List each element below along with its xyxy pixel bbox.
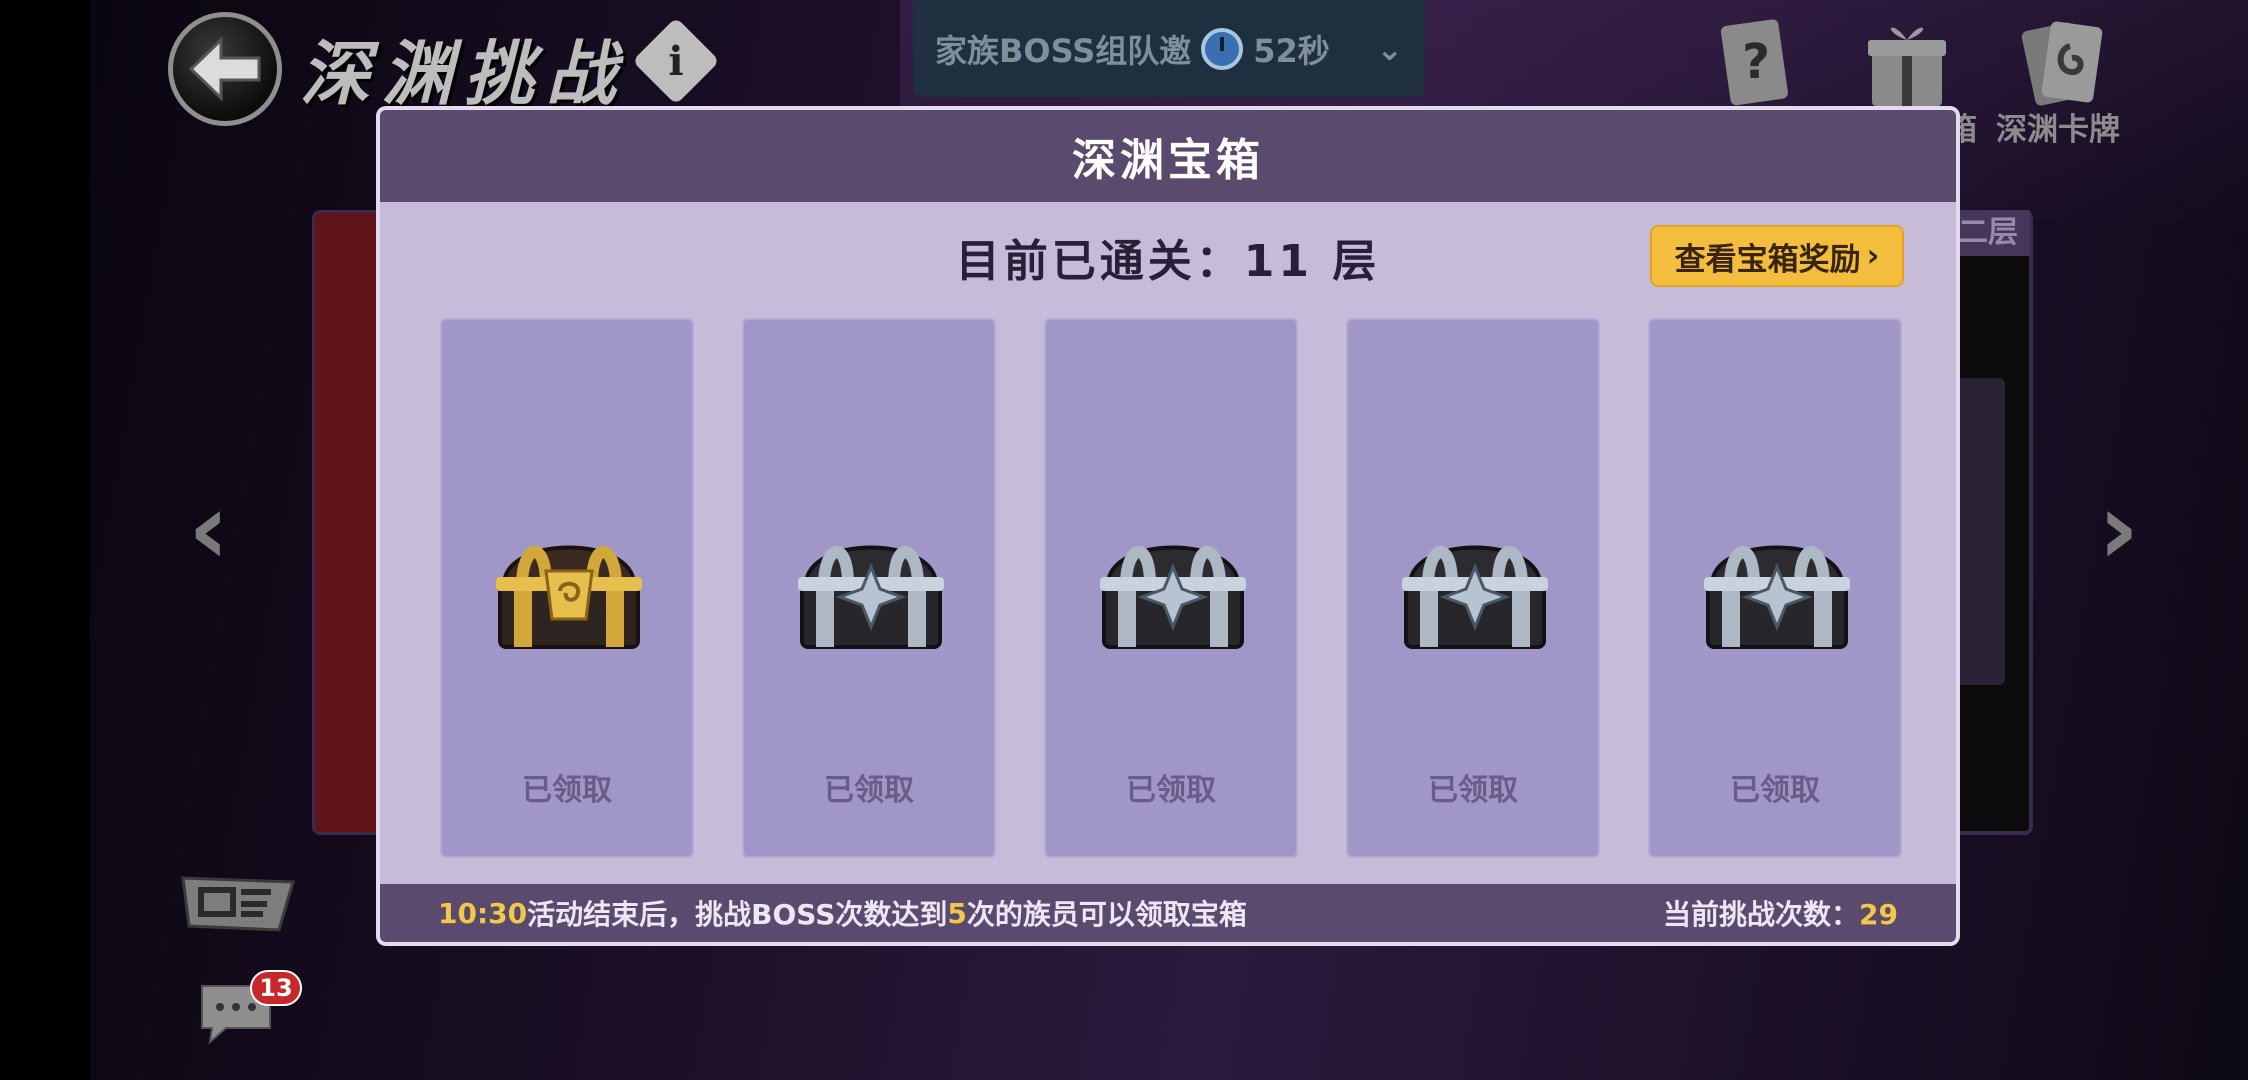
progress-label: 目前已通关： [955, 236, 1244, 287]
chest-status: 已领取 [1428, 773, 1518, 808]
silver-chest-icon [1100, 545, 1246, 649]
chest-card[interactable]: 已领取 [1044, 318, 1298, 858]
abyss-card-icon[interactable] [2018, 16, 2108, 116]
info-button[interactable]: i [632, 17, 720, 105]
abyss-card-label: 深渊卡牌 [1996, 112, 2120, 148]
chest-card[interactable]: 已领取 [1648, 318, 1902, 858]
dialog-title: 深渊宝箱 [380, 110, 1956, 202]
required-times: 5 [947, 896, 967, 930]
view-chest-rewards-button[interactable]: 查看宝箱奖励 › [1650, 225, 1904, 287]
back-arrow-icon [188, 36, 261, 102]
progress-value: 11 [1243, 236, 1313, 287]
chest-status: 已领取 [824, 773, 914, 808]
dialog-footer: 10:30 活动结束后，挑战BOSS次数达到 5 次的族员可以领取宝箱 当前挑战次数：… [380, 884, 1956, 942]
gold-chest-icon [496, 545, 642, 649]
challenge-count-label: 当前挑战次数： [1663, 898, 1860, 931]
footer-text-2: 次的族员可以领取宝箱 [966, 898, 1247, 931]
svg-text:?: ? [1742, 34, 1770, 90]
back-button[interactable] [168, 12, 282, 126]
event-time: 10:30 [438, 896, 528, 930]
invite-label: 家族BOSS组队邀 [935, 31, 1192, 70]
prev-arrow-icon[interactable]: ‹ [188, 470, 229, 587]
chest-cards: 已领取 已领取 已领取 已领取 已领取 [440, 318, 1906, 858]
right-floor-inner [1955, 378, 2005, 685]
view-reward-label: 查看宝箱奖励 [1674, 241, 1861, 278]
chest-card[interactable]: 已领取 [1346, 318, 1600, 858]
next-arrow-icon[interactable]: › [2098, 470, 2139, 587]
silver-chest-icon [1402, 545, 1548, 649]
stamp-icon[interactable] [175, 868, 300, 938]
silver-chest-icon [798, 545, 944, 649]
timer-icon [1201, 27, 1244, 70]
abyss-chest-dialog: 深渊宝箱 目前已通关：11 层 查看宝箱奖励 › 已领取 已领取 已领取 已领取… [376, 106, 1960, 946]
silver-chest-icon [1704, 545, 1850, 649]
footer-text-1: 活动结束后，挑战BOSS次数达到 [527, 898, 948, 931]
chevron-down-icon[interactable]: ⌄ [1376, 30, 1403, 68]
chevron-right-icon: › [1866, 238, 1880, 274]
info-icon: i [668, 37, 684, 85]
challenge-count: 当前挑战次数：29 [1663, 893, 1898, 933]
gift-box-icon[interactable] [1862, 16, 1952, 116]
chest-card[interactable]: 已领取 [440, 318, 694, 858]
right-floor-label: 二层 [1950, 210, 2030, 256]
chest-card[interactable]: 已领取 [742, 318, 996, 858]
chest-status: 已领取 [1126, 773, 1216, 808]
chest-status: 已领取 [522, 773, 612, 808]
invite-timer: 52秒 [1253, 31, 1330, 70]
family-boss-invite-bar[interactable]: 家族BOSS组队邀 52秒 ⌄ [913, 0, 1425, 97]
chest-status: 已领取 [1730, 773, 1820, 808]
question-card-icon[interactable]: ? [1712, 16, 1802, 116]
chat-unread-badge: 13 [250, 970, 302, 1006]
page-title: 深渊挑战 [300, 32, 628, 115]
challenge-count-value: 29 [1859, 898, 1898, 931]
progress-unit: 层 [1332, 236, 1381, 287]
